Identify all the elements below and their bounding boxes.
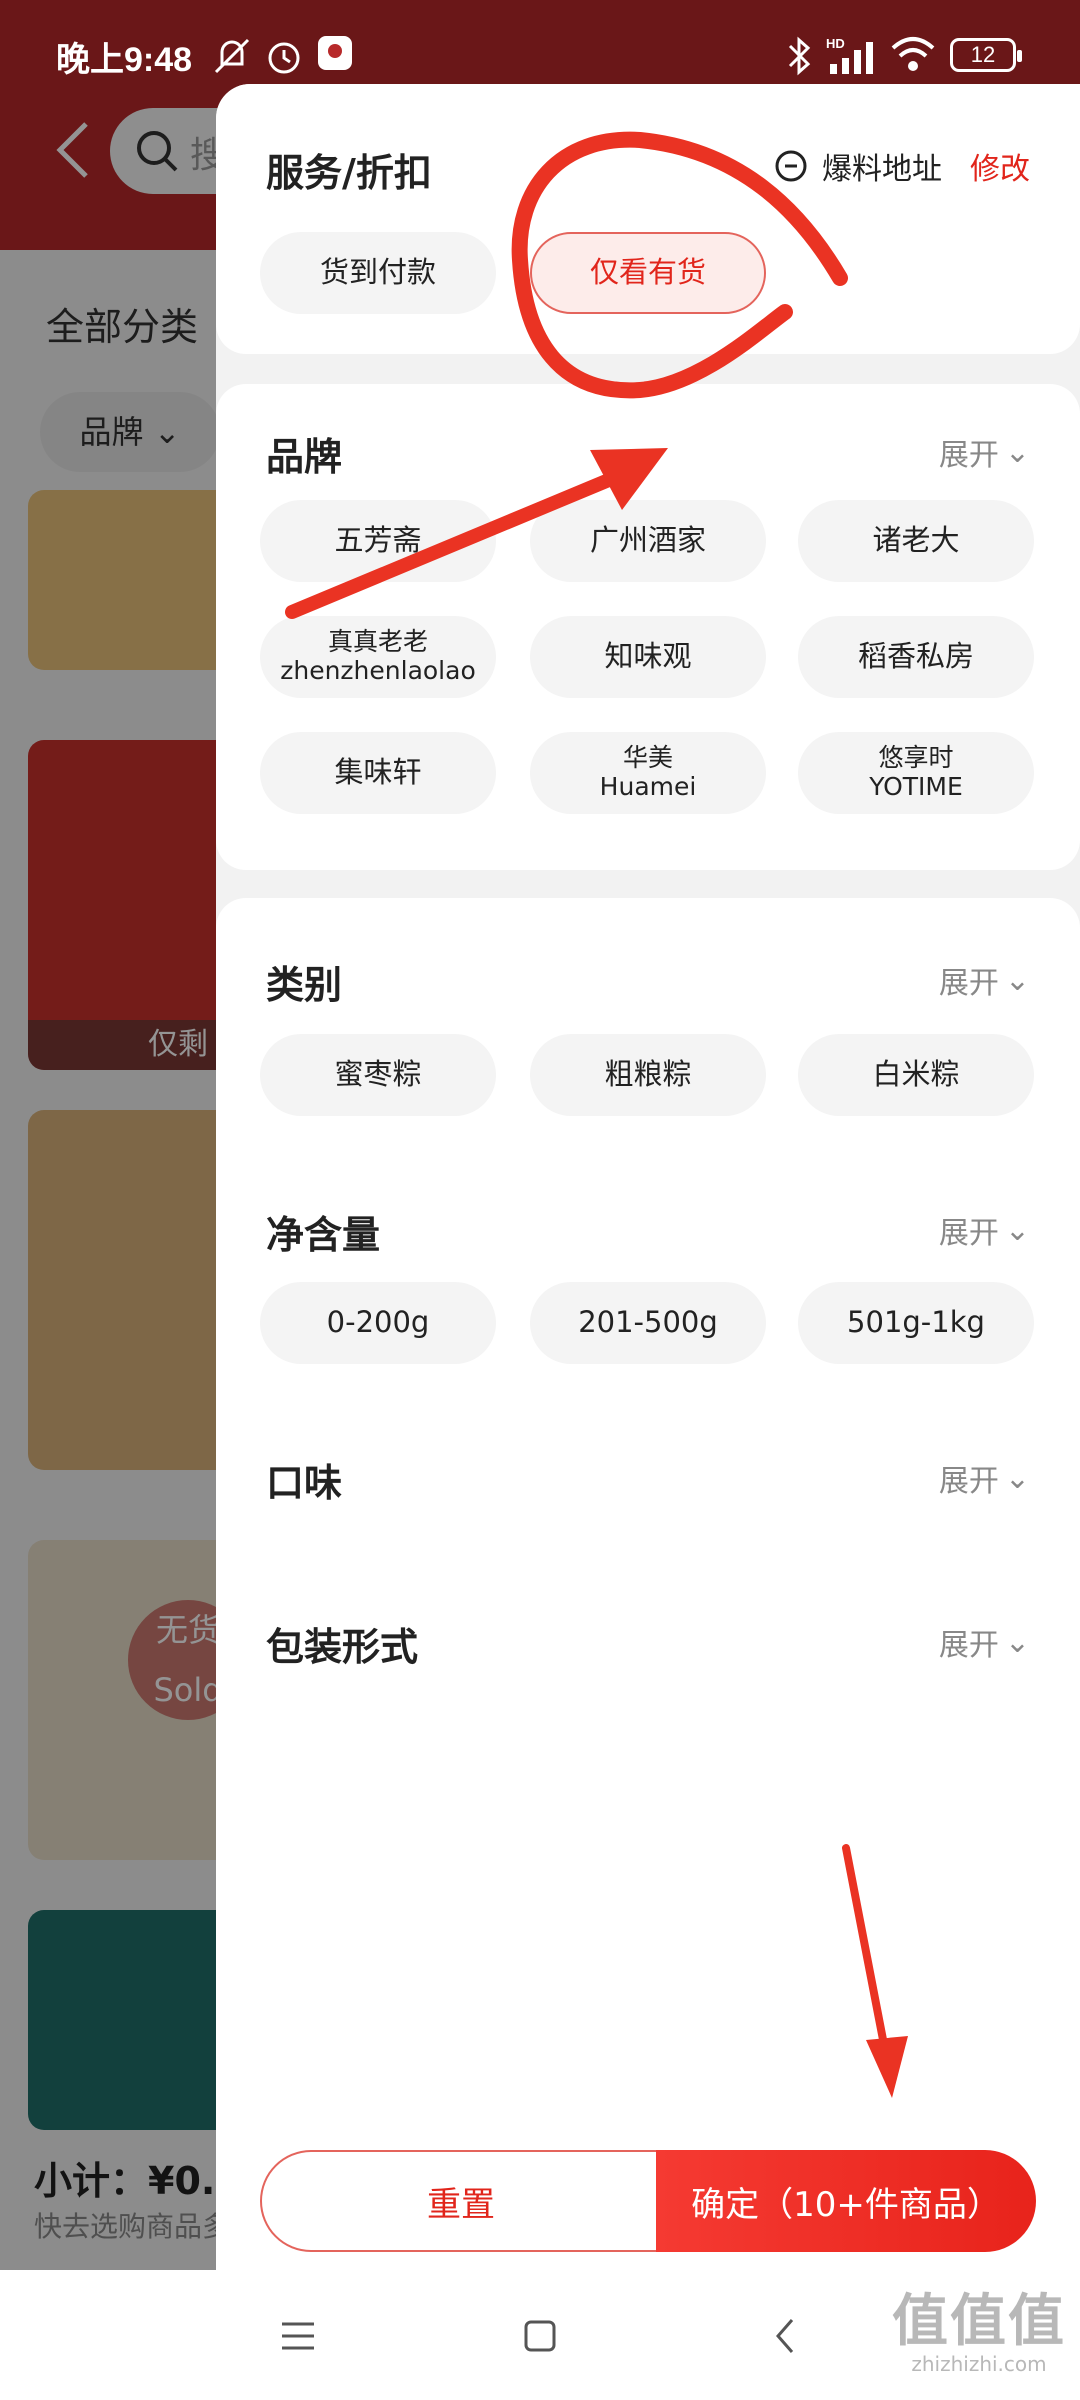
filter-panel: 服务/折扣 爆料地址 修改 货到付款 仅看有货 品牌 展开 ⌄ 五芳斋 广州酒家 … [216, 84, 1080, 2270]
chevron-down-icon: ⌄ [1004, 962, 1030, 998]
confirm-button[interactable]: 确定（10+件商品） [656, 2150, 1036, 2252]
app-notification-icon [318, 36, 352, 70]
chip-brand[interactable]: 稻香私房 [798, 616, 1034, 698]
brand-expand-button[interactable]: 展开 ⌄ [939, 430, 1030, 474]
brand-section: 品牌 展开 ⌄ 五芳斋 广州酒家 诸老大 真真老老 zhenzhenlaolao 知… [216, 384, 1080, 870]
net-content-expand-button[interactable]: 展开 ⌄ [939, 1208, 1030, 1252]
chip-brand[interactable]: 知味观 [530, 616, 766, 698]
hd-signal-icon: HD [826, 36, 873, 74]
chip-brand[interactable]: 五芳斋 [260, 500, 496, 582]
battery-icon: 12 [950, 38, 1022, 72]
net-content-title: 净含量 [266, 1213, 381, 1257]
bluetooth-icon [788, 36, 811, 76]
flavor-expand-button[interactable]: 展开 ⌄ [939, 1456, 1030, 1500]
service-title: 服务/折扣 [266, 151, 432, 195]
watermark: 值值值 zhizhizhi.com [892, 2289, 1066, 2377]
attribute-sections: 类别 展开 ⌄ 蜜枣粽 粗粮粽 白米粽 净含量 展开 ⌄ 0-200g 201-50… [216, 898, 1080, 2188]
chip-brand[interactable]: 华美 Huamei [530, 732, 766, 814]
chip-in-stock-only[interactable]: 仅看有货 [530, 232, 766, 314]
address-label: 爆料地址 [822, 152, 942, 187]
chevron-down-icon: ⌄ [1004, 434, 1030, 470]
chip-brand[interactable]: 悠享时 YOTIME [798, 732, 1034, 814]
home-icon[interactable] [510, 2306, 570, 2366]
watermark-url: zhizhizhi.com [911, 2352, 1047, 2376]
category-title: 类别 [266, 963, 343, 1007]
system-navigation-bar: 值值值 zhizhizhi.com [0, 2270, 1080, 2400]
back-icon[interactable] [756, 2306, 816, 2366]
service-section: 服务/折扣 爆料地址 修改 货到付款 仅看有货 [216, 84, 1080, 354]
chevron-down-icon: ⌄ [1004, 1460, 1030, 1496]
brand-title: 品牌 [266, 435, 343, 479]
address-row[interactable]: 爆料地址 修改 [774, 144, 1030, 188]
panel-action-bar: 重置 确定（10+件商品） [216, 2130, 1080, 2270]
chevron-down-icon: ⌄ [1004, 1624, 1030, 1660]
chip-brand[interactable]: 诸老大 [798, 500, 1034, 582]
location-icon [775, 150, 807, 182]
watermark-logo: 值值值 [892, 2289, 1066, 2354]
wifi-icon [891, 37, 935, 71]
chip-cash-on-delivery[interactable]: 货到付款 [260, 232, 496, 314]
chip-brand[interactable]: 广州酒家 [530, 500, 766, 582]
chevron-down-icon: ⌄ [1004, 1212, 1030, 1248]
chip-net-content[interactable]: 0-200g [260, 1282, 496, 1364]
chip-brand[interactable]: 集味轩 [260, 732, 496, 814]
chip-category[interactable]: 粗粮粽 [530, 1034, 766, 1116]
mute-icon [214, 38, 250, 74]
chip-category[interactable]: 蜜枣粽 [260, 1034, 496, 1116]
reset-button[interactable]: 重置 [260, 2150, 660, 2252]
menu-icon[interactable] [268, 2306, 328, 2366]
flavor-title: 口味 [266, 1461, 343, 1505]
alarm-icon [268, 42, 300, 74]
packaging-title: 包装形式 [266, 1625, 419, 1669]
chip-brand[interactable]: 真真老老 zhenzhenlaolao [260, 616, 496, 698]
category-expand-button[interactable]: 展开 ⌄ [939, 958, 1030, 1002]
svg-text:HD: HD [826, 36, 845, 51]
chip-net-content[interactable]: 201-500g [530, 1282, 766, 1364]
status-time: 晚上9:48 [56, 41, 193, 79]
address-modify-link[interactable]: 修改 [970, 144, 1030, 188]
chip-category[interactable]: 白米粽 [798, 1034, 1034, 1116]
packaging-expand-button[interactable]: 展开 ⌄ [939, 1620, 1030, 1664]
chip-net-content[interactable]: 501g-1kg [798, 1282, 1034, 1364]
